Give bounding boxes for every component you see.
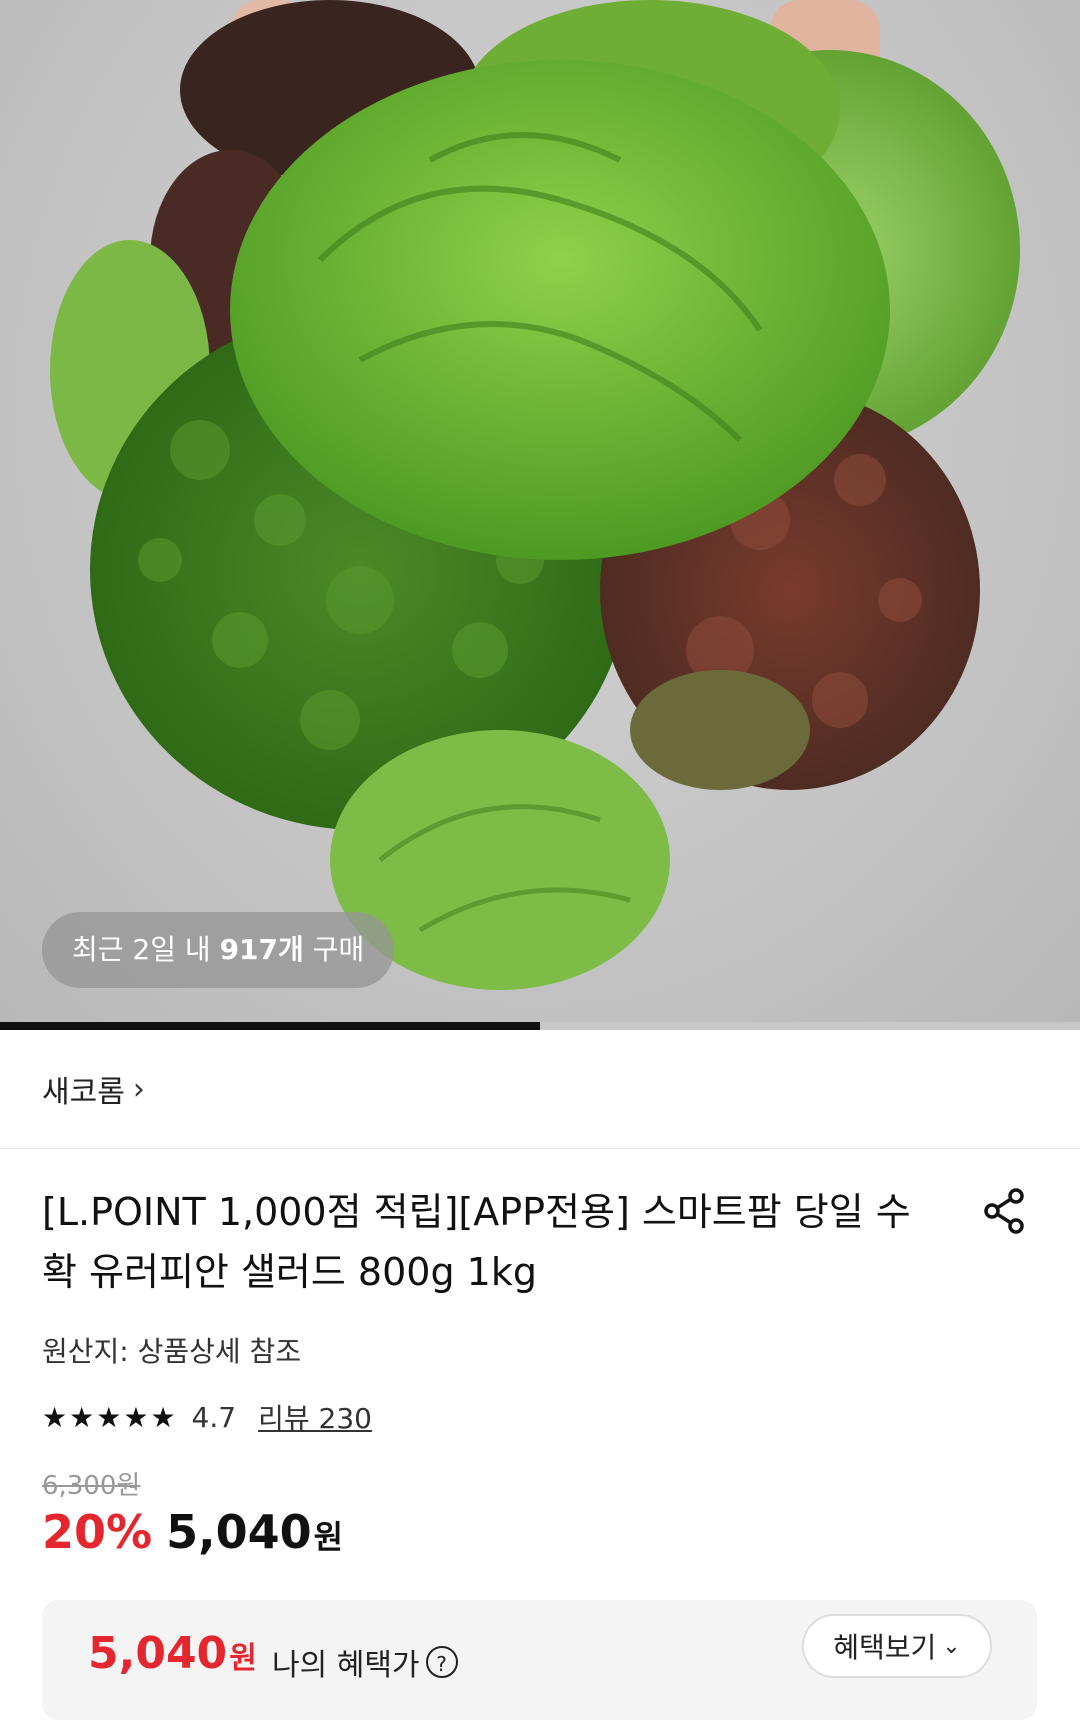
discount-rate: 20% [42,1505,153,1559]
benefit-label: 나의 혜택가 ? [272,1640,458,1684]
rating-row: ★ ★ ★ ★ ★ 4.7 리뷰 230 [42,1395,372,1439]
brand-row: 새코롬 › [0,1030,1080,1149]
star-icon: ★ [123,1400,149,1434]
chevron-right-icon: › [132,1071,145,1107]
gallery-progress-bar [0,1022,1080,1030]
product-image[interactable]: 최근 2일 내 917개 구매 [0,0,1080,1022]
star-icon: ★ [69,1400,95,1434]
sale-price: 5,040 [166,1505,312,1559]
view-benefits-button[interactable]: 혜택보기 ⌄ [802,1614,992,1678]
origin-info: 원산지: 상품상세 참조 [42,1335,302,1368]
badge-prefix: 최근 2일 내 [72,933,220,966]
benefit-price-currency: 원 [229,1641,257,1676]
sale-price-currency: 원 [313,1518,344,1556]
benefit-label-text: 나의 혜택가 [272,1648,420,1683]
star-icon: ★ [150,1400,176,1434]
view-benefits-label: 혜택보기 [833,1631,937,1664]
review-count-link[interactable]: 리뷰 230 [258,1397,372,1437]
benefit-price-value: 5,040 [88,1628,228,1679]
salad-greens-illustration [50,0,1020,990]
star-icon: ★ [96,1400,122,1434]
product-title: [L.POINT 1,000점 적립][APP전용] 스마트팜 당일 수확 유러… [42,1190,911,1294]
share-icon[interactable] [980,1186,1030,1236]
badge-count: 917개 [219,933,304,966]
rating-value: 4.7 [191,1400,237,1434]
brand-link[interactable]: 새코롬 › [42,1067,145,1111]
brand-name: 새코롬 [42,1075,125,1110]
chevron-down-icon: ⌄ [942,1633,961,1659]
sale-price-row: 20% 5,040 원 [42,1505,343,1559]
badge-suffix: 구매 [303,933,365,966]
benefit-price: 5,040 원 [88,1628,257,1679]
help-icon[interactable]: ? [425,1646,458,1678]
recent-purchase-badge: 최근 2일 내 917개 구매 [42,912,395,988]
original-price: 6,300원 [42,1471,141,1501]
gallery-progress-fill [0,1022,540,1030]
rating-stars: ★ ★ ★ ★ ★ [42,1401,178,1434]
benefit-price-box: 5,040 원 나의 혜택가 ? 혜택보기 ⌄ [42,1600,1037,1720]
star-icon: ★ [42,1400,68,1434]
